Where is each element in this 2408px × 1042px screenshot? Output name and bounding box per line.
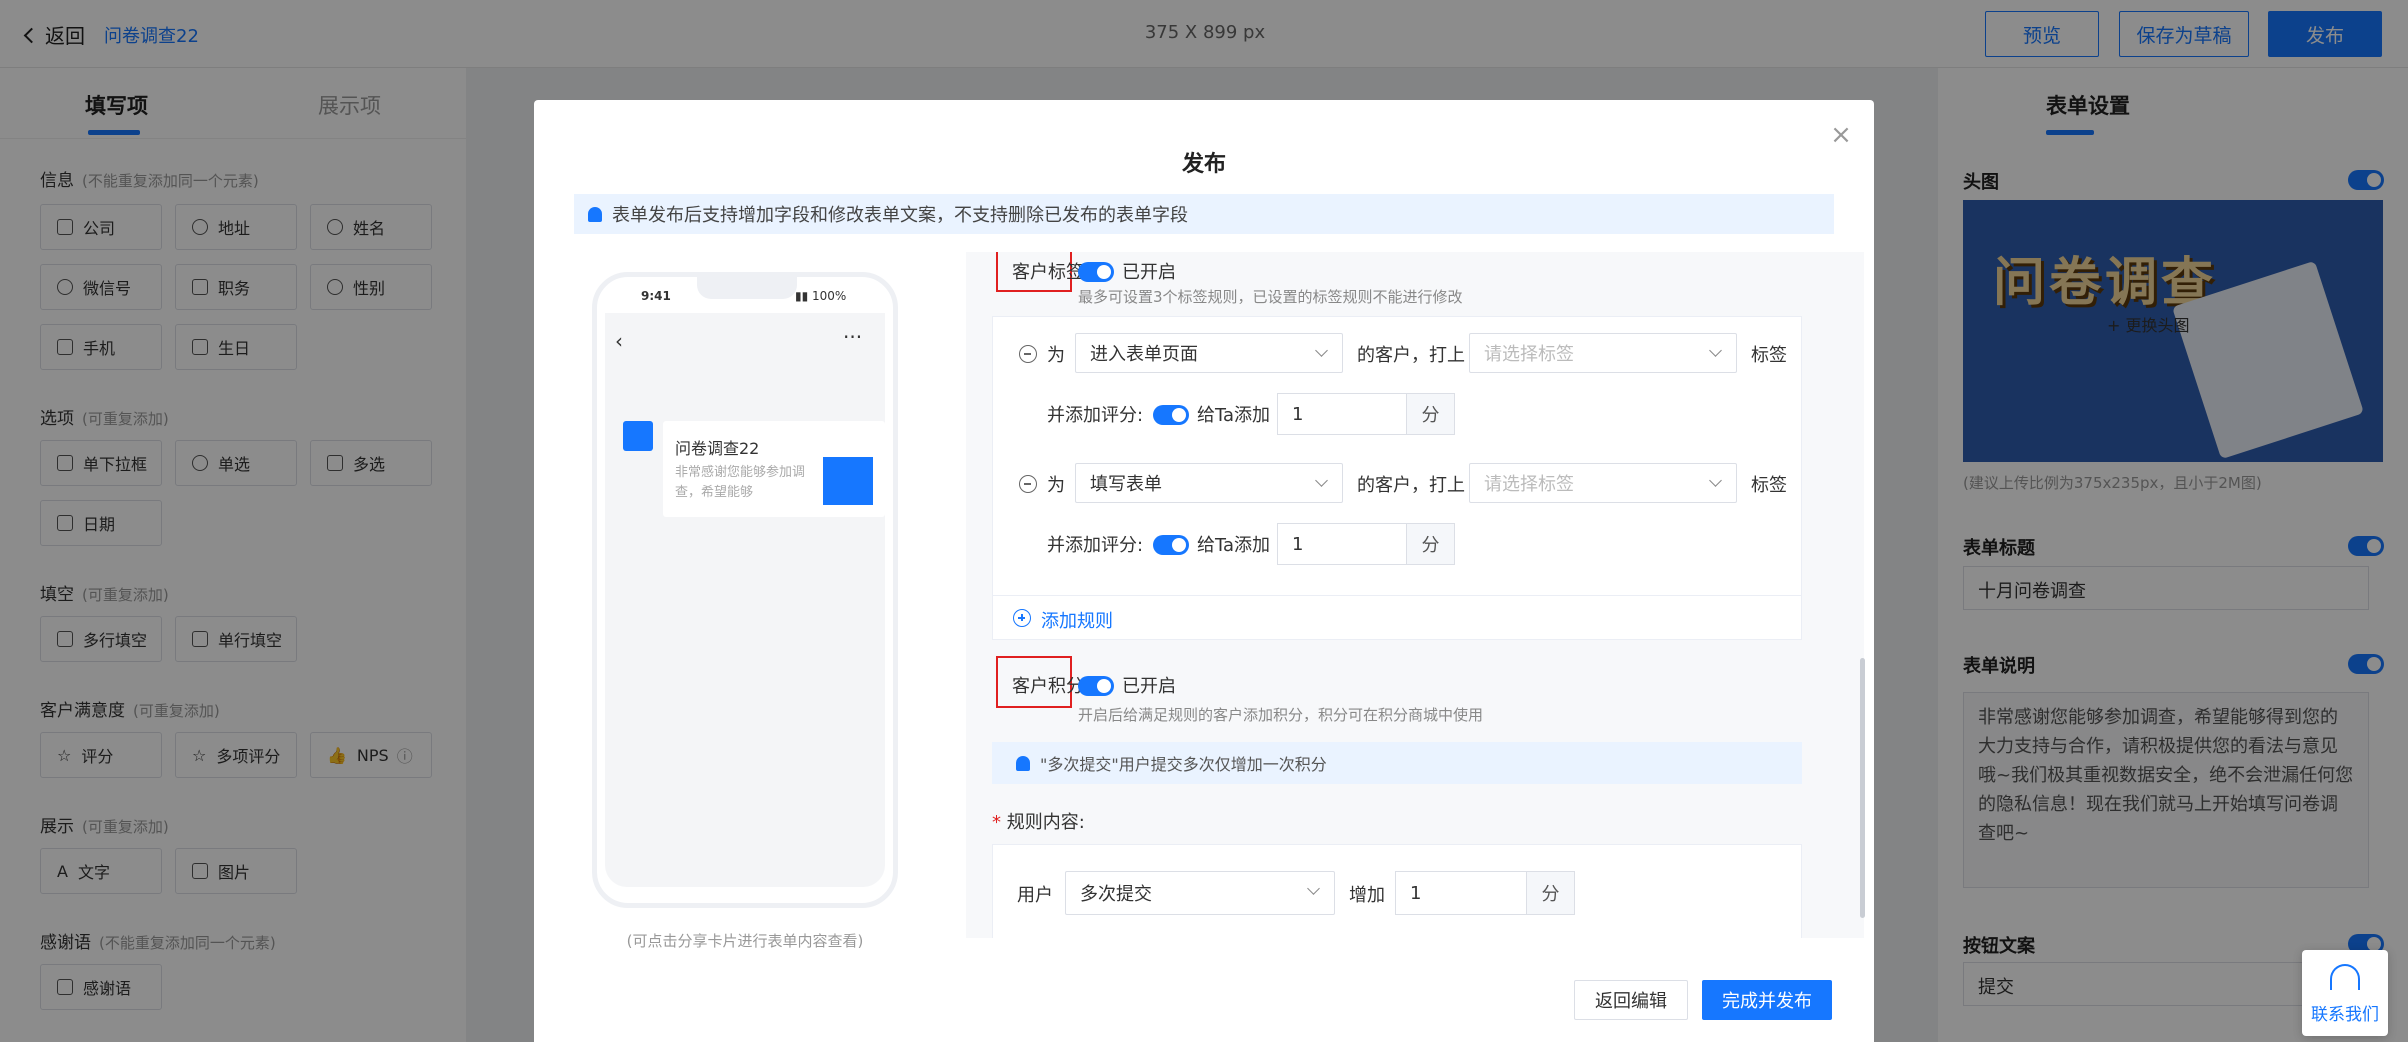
select-placeholder: 请选择标签 (1484, 474, 1574, 495)
config-scrollbar[interactable] (1860, 658, 1865, 918)
chevron-down-icon (1709, 344, 1722, 357)
rule-for: 为 (1047, 475, 1065, 496)
points-unit: 分 (1526, 872, 1574, 914)
give-label: 给Ta添加 (1197, 535, 1271, 556)
bell-icon (588, 206, 602, 222)
customer-tag-status: 已开启 (1122, 262, 1176, 283)
score-toggle[interactable] (1153, 405, 1189, 425)
close-icon[interactable]: × (1830, 122, 1852, 148)
headset-icon (2330, 964, 2360, 990)
contact-us-label: 联系我们 (2311, 1005, 2379, 1025)
score-label: 并添加评分: (1047, 405, 1144, 426)
score-unit: 分 (1406, 524, 1454, 564)
score-toggle[interactable] (1153, 535, 1189, 555)
more-icon[interactable]: ··· (843, 325, 862, 349)
required-mark: * (992, 812, 1001, 833)
points-notice-text: "多次提交"用户提交多次仅增加一次积分 (1040, 755, 1327, 774)
user-label: 用户 (1017, 885, 1053, 906)
status-battery: ▮▮ 100% (795, 289, 846, 303)
card-desc: 非常感谢您能够参加调查，希望能够 (675, 465, 805, 500)
score-label: 并添加评分: (1047, 535, 1144, 556)
card-thumbnail (823, 457, 873, 505)
increase-label: 增加 (1349, 885, 1385, 906)
score-input[interactable]: 1分 (1277, 393, 1455, 435)
signal-icon: ▮▮ (795, 289, 813, 303)
tag-suffix: 标签 (1751, 475, 1787, 496)
phone-preview: 9:41 ▮▮ 100% 问卷调查22 非常感谢您能够参加调查，希望能够 ‹ ·… (592, 272, 898, 908)
score-unit: 分 (1406, 394, 1454, 434)
rule-for: 为 (1047, 345, 1065, 366)
score-value[interactable]: 1 (1278, 394, 1406, 434)
tag-suffix: 标签 (1751, 345, 1787, 366)
publish-dialog: 发布 × 表单发布后支持增加字段和修改表单文案，不支持删除已发布的表单字段 9:… (534, 100, 1874, 1042)
avatar (623, 421, 653, 451)
back-arrow-icon[interactable]: ‹ (615, 329, 623, 353)
remove-rule-icon[interactable] (1019, 475, 1037, 493)
rule-trigger-select[interactable]: 进入表单页面 (1075, 333, 1343, 373)
share-card[interactable]: 问卷调查22 非常感谢您能够参加调查，希望能够 (663, 421, 885, 517)
rule-content-label: * 规则内容: (992, 808, 1085, 834)
score-input[interactable]: 1分 (1277, 523, 1455, 565)
tag-select[interactable]: 请选择标签 (1469, 463, 1737, 503)
tag-rules: 为 进入表单页面 的客户，打上 请选择标签 标签 并添加评分: 给Ta添加 1分… (992, 316, 1802, 640)
bell-icon (1016, 755, 1030, 771)
publish-config: 客户标签: 已开启 最多可设置3个标签规则，已设置的标签规则不能进行修改 为 进… (966, 252, 1864, 938)
preview-caption: (可点击分享卡片进行表单内容查看) (626, 932, 864, 950)
chevron-down-icon (1307, 882, 1320, 895)
back-to-edit-button[interactable]: 返回编辑 (1574, 980, 1688, 1020)
publish-notice: 表单发布后支持增加字段和修改表单文案，不支持删除已发布的表单字段 (574, 194, 1834, 234)
divider (993, 595, 1801, 596)
score-value[interactable]: 1 (1278, 524, 1406, 564)
battery-level: 100% (812, 289, 847, 303)
add-rule-icon[interactable] (1013, 609, 1031, 627)
rule-mid: 的客户，打上 (1357, 475, 1465, 496)
status-time: 9:41 (641, 289, 671, 303)
phone-screen: 问卷调查22 非常感谢您能够参加调查，希望能够 (605, 313, 885, 887)
select-placeholder: 请选择标签 (1484, 344, 1574, 365)
points-value[interactable]: 1 (1396, 872, 1526, 914)
customer-points-toggle[interactable] (1078, 676, 1114, 696)
select-value: 进入表单页面 (1090, 344, 1198, 365)
customer-points-status: 已开启 (1122, 676, 1176, 697)
points-rule: 用户 多次提交 增加 1分 (992, 844, 1802, 938)
select-value: 多次提交 (1080, 884, 1152, 905)
customer-points-hint: 开启后给满足规则的客户添加积分，积分可在积分商城中使用 (1078, 706, 1484, 724)
notice-text: 表单发布后支持增加字段和修改表单文案，不支持删除已发布的表单字段 (612, 205, 1188, 226)
give-label: 给Ta添加 (1197, 405, 1271, 426)
tag-select[interactable]: 请选择标签 (1469, 333, 1737, 373)
rule-mid: 的客户，打上 (1357, 345, 1465, 366)
rule-content-text: 规则内容: (1006, 812, 1085, 833)
card-title: 问卷调查22 (675, 439, 760, 458)
chevron-down-icon (1709, 474, 1722, 487)
customer-tag-hint: 最多可设置3个标签规则，已设置的标签规则不能进行修改 (1078, 288, 1463, 306)
remove-rule-icon[interactable] (1019, 345, 1037, 363)
dialog-title: 发布 (1181, 152, 1226, 177)
finish-publish-button[interactable]: 完成并发布 (1702, 980, 1832, 1020)
contact-us-button[interactable]: 联系我们 (2302, 950, 2388, 1036)
points-input[interactable]: 1分 (1395, 871, 1575, 915)
select-value: 填写表单 (1090, 474, 1162, 495)
points-action-select[interactable]: 多次提交 (1065, 871, 1335, 915)
points-notice: "多次提交"用户提交多次仅增加一次积分 (992, 742, 1802, 784)
phone-notch (697, 277, 797, 299)
rule-trigger-select[interactable]: 填写表单 (1075, 463, 1343, 503)
customer-tag-toggle[interactable] (1078, 262, 1114, 282)
add-rule-link[interactable]: 添加规则 (1041, 607, 1113, 633)
chevron-down-icon (1315, 474, 1328, 487)
chevron-down-icon (1315, 344, 1328, 357)
